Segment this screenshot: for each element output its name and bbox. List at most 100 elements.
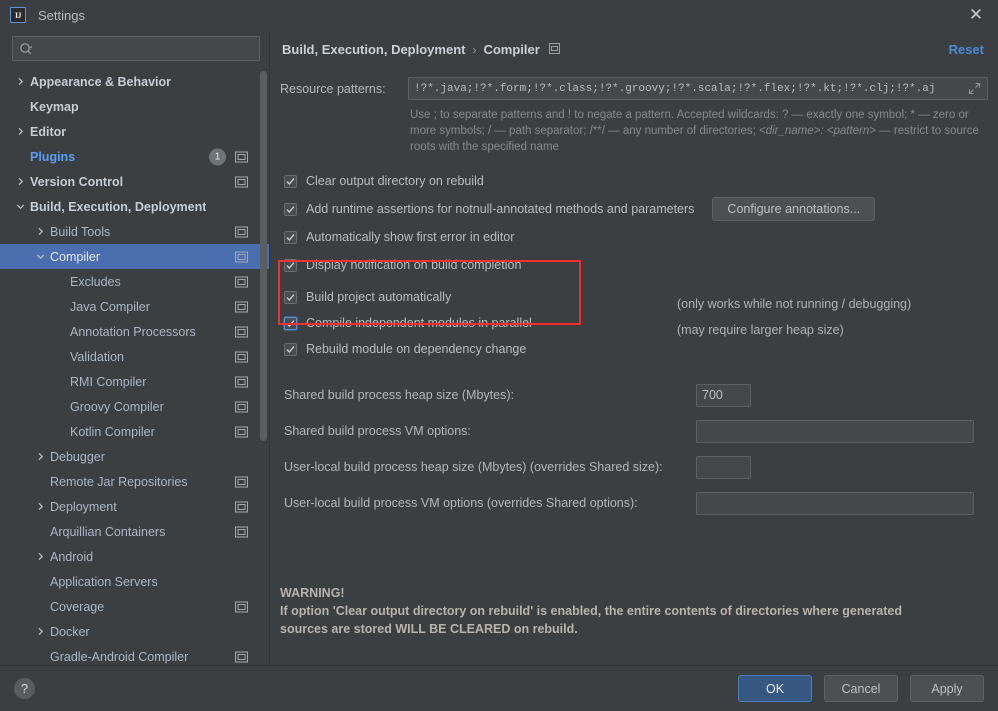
checkbox-row-auto-error[interactable]: Automatically show first error in editor [284,225,988,249]
project-settings-icon [235,651,248,662]
project-settings-icon [235,351,248,362]
compiler-settings-panel: Build, Execution, Deployment › Compiler … [270,30,998,665]
sidebar-item-label: Debugger [50,449,105,464]
chevron-down-icon[interactable] [34,250,47,263]
sidebar-item-editor[interactable]: Editor [0,119,270,144]
checkbox-add-assertions[interactable] [284,202,297,216]
settings-page-icon[interactable] [548,42,560,57]
chevron-down-icon[interactable] [14,200,27,213]
sidebar-item-label: Kotlin Compiler [70,424,155,439]
help-button[interactable]: ? [14,678,35,699]
checkbox-build-auto[interactable] [284,290,297,304]
search-box[interactable] [12,36,260,61]
sidebar-item-label: Docker [50,624,90,639]
sidebar-item-java-compiler[interactable]: Java Compiler [0,294,270,319]
settings-tree[interactable]: Appearance & Behavior Keymap Editor Plugins… [0,69,270,665]
checkbox-clear-output[interactable] [284,174,297,188]
apply-button[interactable]: Apply [910,675,984,702]
cancel-button[interactable]: Cancel [824,675,898,702]
sidebar-item-coverage[interactable]: Coverage [0,594,270,619]
sidebar-item-label: Coverage [50,599,105,614]
checkbox-auto-error[interactable] [284,230,297,244]
checkbox-label-build-auto: Build project automatically [306,290,452,304]
input-userlocal-heap[interactable] [696,455,751,479]
checkbox-row-clear-output[interactable]: Clear output directory on rebuild [284,169,988,193]
window-title: Settings [38,7,85,23]
input-userlocal-vm[interactable] [696,491,974,515]
checkbox-rebuild-dependency[interactable] [284,342,297,356]
reset-link[interactable]: Reset [949,42,984,57]
chevron-right-icon[interactable] [34,450,47,463]
sidebar-item-build-tools[interactable]: Build Tools [0,219,270,244]
chevron-right-icon[interactable] [34,500,47,513]
checkbox-row-parallel[interactable]: Compile independent modules in parallel [284,311,988,335]
dialog-footer: ? OK Cancel Apply [0,665,998,711]
sidebar-item-android[interactable]: Android [0,544,270,569]
sidebar-item-validation[interactable]: Validation [0,344,270,369]
search-input[interactable] [33,41,253,56]
field-row-userlocal-vm: User-local build process VM options (ove… [284,491,988,515]
project-settings-icon [235,276,248,287]
sidebar-item-application-servers[interactable]: Application Servers [0,569,270,594]
breadcrumb-leaf[interactable]: Compiler [483,42,539,57]
settings-dialog: IJ Settings ✕ Appearance & Behavior Keym… [0,0,998,711]
close-icon[interactable]: ✕ [954,0,998,30]
input-shared-heap[interactable] [696,383,751,407]
hint-text-italic: <dir_name>: <pattern> [758,125,876,137]
sidebar-item-remote-jar-repositories[interactable]: Remote Jar Repositories [0,469,270,494]
checkbox-notify-build[interactable] [284,258,297,272]
settings-sidebar: Appearance & Behavior Keymap Editor Plugins… [0,30,270,665]
sidebar-item-excludes[interactable]: Excludes [0,269,270,294]
checkbox-compile-parallel[interactable] [284,316,297,330]
sidebar-item-groovy-compiler[interactable]: Groovy Compiler [0,394,270,419]
chevron-right-icon[interactable] [14,125,27,138]
resource-patterns-hint: Use ; to separate patterns and ! to nega… [410,107,980,155]
project-settings-icon [235,251,248,262]
resource-patterns-field[interactable]: !?*.java;!?*.form;!?*.class;!?*.groovy;!… [408,77,988,100]
sidebar-item-rmi-compiler[interactable]: RMI Compiler [0,369,270,394]
chevron-right-icon[interactable] [34,625,47,638]
sidebar-item-arquillian-containers[interactable]: Arquillian Containers [0,519,270,544]
hint-build-auto: (only works while not running / debuggin… [677,297,912,311]
sidebar-item-version-control[interactable]: Version Control [0,169,270,194]
sidebar-item-kotlin-compiler[interactable]: Kotlin Compiler [0,419,270,444]
configure-annotations-button[interactable]: Configure annotations... [712,197,876,221]
checkbox-row-rebuild-dep[interactable]: Rebuild module on dependency change [284,337,988,361]
sidebar-item-build-execution-deployment[interactable]: Build, Execution, Deployment [0,194,270,219]
sidebar-item-gradle-android-compiler[interactable]: Gradle-Android Compiler [0,644,270,665]
chevron-right-icon[interactable] [34,225,47,238]
checkbox-row-notify-build[interactable]: Display notification on build completion [284,253,988,277]
input-shared-vm[interactable] [696,419,974,443]
breadcrumb-root[interactable]: Build, Execution, Deployment [282,42,465,57]
label-userlocal-vm: User-local build process VM options (ove… [284,496,638,510]
expand-icon[interactable] [968,82,982,95]
project-settings-icon [235,226,248,237]
sidebar-item-debugger[interactable]: Debugger [0,444,270,469]
chevron-right-icon[interactable] [14,75,27,88]
resource-patterns-value[interactable]: !?*.java;!?*.form;!?*.class;!?*.groovy;!… [414,83,968,95]
checkbox-row-add-assertions[interactable]: Add runtime assertions for notnull-annot… [284,197,988,221]
sidebar-item-label: Gradle-Android Compiler [50,649,189,664]
sidebar-scrollbar[interactable] [260,71,267,441]
sidebar-item-compiler[interactable]: Compiler [0,244,270,269]
sidebar-item-docker[interactable]: Docker [0,619,270,644]
breadcrumb: Build, Execution, Deployment › Compiler [280,30,988,57]
sidebar-item-label: Appearance & Behavior [30,74,172,89]
sidebar-item-deployment[interactable]: Deployment [0,494,270,519]
sidebar-item-plugins[interactable]: Plugins 1 [0,144,270,169]
chevron-right-icon[interactable] [34,550,47,563]
ok-button[interactable]: OK [738,675,812,702]
chevron-right-icon[interactable] [14,175,27,188]
project-settings-icon [235,476,248,487]
warning-line-1: If option 'Clear output directory on reb… [280,604,903,618]
sidebar-item-annotation-processors[interactable]: Annotation Processors [0,319,270,344]
sidebar-item-keymap[interactable]: Keymap [0,94,270,119]
label-shared-vm: Shared build process VM options: [284,424,471,438]
sidebar-item-appearance-behavior[interactable]: Appearance & Behavior [0,69,270,94]
